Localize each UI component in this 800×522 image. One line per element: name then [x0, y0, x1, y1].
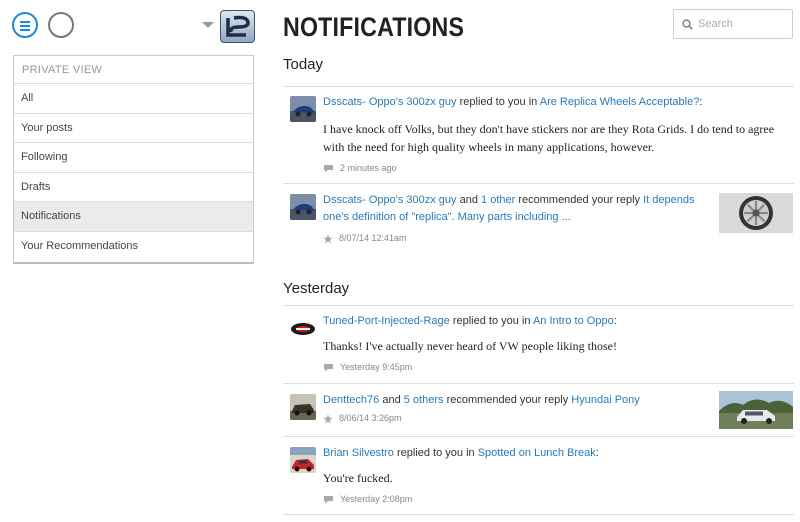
- page-title: NOTIFICATIONS: [283, 12, 465, 42]
- star-icon: [323, 414, 333, 423]
- user-link[interactable]: Dsscats- Oppo's 300zx guy: [323, 194, 457, 206]
- punctuation: :: [699, 96, 703, 108]
- notification-item: Tuned-Port-Injected-Rage replied to you …: [283, 306, 794, 384]
- notification-text: Brian Silvestro replied to you in Spotte…: [323, 445, 786, 462]
- action-text: recommended your reply: [518, 194, 641, 206]
- avatar[interactable]: [290, 194, 316, 220]
- punctuation: :: [613, 315, 617, 327]
- car-thumbnail[interactable]: [719, 391, 793, 429]
- user-link[interactable]: Dsscats- Oppo's 300zx guy: [323, 96, 457, 108]
- user-link[interactable]: Tuned-Port-Injected-Rage: [323, 315, 450, 327]
- blog-logo[interactable]: [220, 10, 255, 43]
- speech-bubble-icon: [324, 496, 333, 504]
- reply-quote: Thanks! I've actually never heard of VW …: [323, 339, 617, 353]
- sidebar-item-drafts[interactable]: Drafts: [14, 173, 253, 203]
- search-icon: [682, 19, 693, 30]
- action-text: replied to you in: [396, 447, 475, 459]
- timestamp[interactable]: 2 minutes ago: [340, 163, 397, 173]
- avatar[interactable]: [290, 315, 316, 341]
- notification-item: Denttech76 and 5 others recommended your…: [283, 385, 794, 437]
- chevron-down-icon[interactable]: [202, 22, 214, 28]
- notification-meta: 8/07/14 12:41am: [323, 233, 708, 244]
- and-text: and: [459, 194, 478, 206]
- timestamp[interactable]: Yesterday 2:08pm: [340, 494, 412, 504]
- post-link[interactable]: Spotted on Lunch Break: [478, 447, 596, 459]
- speech-bubble-icon: [324, 165, 333, 173]
- others-link[interactable]: 5 others: [404, 394, 444, 406]
- reply-quote: I have knock off Volks, but they don't h…: [323, 122, 775, 154]
- timestamp[interactable]: Yesterday 9:45pm: [340, 362, 412, 372]
- notification-text: Dsscats- Oppo's 300zx guy and 1 other re…: [323, 192, 708, 226]
- and-text: and: [382, 394, 401, 406]
- others-link[interactable]: 1 other: [481, 194, 515, 206]
- sidebar-item-notifications[interactable]: Notifications: [14, 202, 253, 232]
- action-text: replied to you in: [459, 96, 538, 108]
- sidebar-heading: PRIVATE VIEW: [14, 56, 253, 84]
- user-link[interactable]: Denttech76: [323, 394, 379, 406]
- search-box[interactable]: [673, 9, 793, 39]
- avatar[interactable]: [290, 96, 316, 122]
- user-link[interactable]: Brian Silvestro: [323, 447, 394, 459]
- section-title-today: Today: [283, 56, 324, 73]
- sidebar-item-all[interactable]: All: [14, 84, 253, 114]
- timestamp[interactable]: 8/07/14 12:41am: [339, 233, 407, 243]
- avatar[interactable]: [290, 394, 316, 420]
- action-text: recommended your reply: [446, 394, 569, 406]
- notification-meta: 8/06/14 3:26pm: [323, 413, 708, 424]
- notification-text: Tuned-Port-Injected-Rage replied to you …: [323, 313, 786, 330]
- search-input[interactable]: [698, 14, 788, 34]
- sidebar-item-your-recommendations[interactable]: Your Recommendations: [14, 232, 253, 262]
- notification-item: Brian Silvestro replied to you in Spotte…: [283, 438, 794, 515]
- star-icon: [323, 234, 333, 243]
- sidebar-nav: PRIVATE VIEW All Your posts Following Dr…: [13, 55, 254, 264]
- sidebar-item-your-posts[interactable]: Your posts: [14, 114, 253, 144]
- notification-meta: Yesterday 2:08pm: [323, 494, 786, 504]
- avatar[interactable]: [290, 447, 316, 473]
- notification-item: Dsscats- Oppo's 300zx guy and 1 other re…: [283, 185, 794, 257]
- notification-text: Dsscats- Oppo's 300zx guy replied to you…: [323, 94, 786, 111]
- action-text: replied to you in: [452, 315, 531, 327]
- profile-circle-button[interactable]: [48, 12, 74, 38]
- reply-link[interactable]: Hyundai Pony: [571, 394, 640, 406]
- sidebar-item-following[interactable]: Following: [14, 143, 253, 173]
- punctuation: :: [595, 447, 599, 459]
- post-link[interactable]: Are Replica Wheels Acceptable?: [540, 96, 700, 108]
- menu-icon[interactable]: [12, 12, 38, 38]
- timestamp[interactable]: 8/06/14 3:26pm: [339, 413, 402, 423]
- wheel-thumbnail[interactable]: [719, 193, 793, 233]
- notification-item: Dsscats- Oppo's 300zx guy replied to you…: [283, 87, 794, 184]
- notification-meta: Yesterday 9:45pm: [323, 362, 786, 372]
- notification-meta: 2 minutes ago: [323, 163, 786, 173]
- post-link[interactable]: An Intro to Oppo: [533, 315, 614, 327]
- notification-text: Denttech76 and 5 others recommended your…: [323, 392, 708, 409]
- reply-quote: You're fucked.: [323, 471, 393, 485]
- speech-bubble-icon: [324, 364, 333, 372]
- section-title-yesterday: Yesterday: [283, 280, 350, 297]
